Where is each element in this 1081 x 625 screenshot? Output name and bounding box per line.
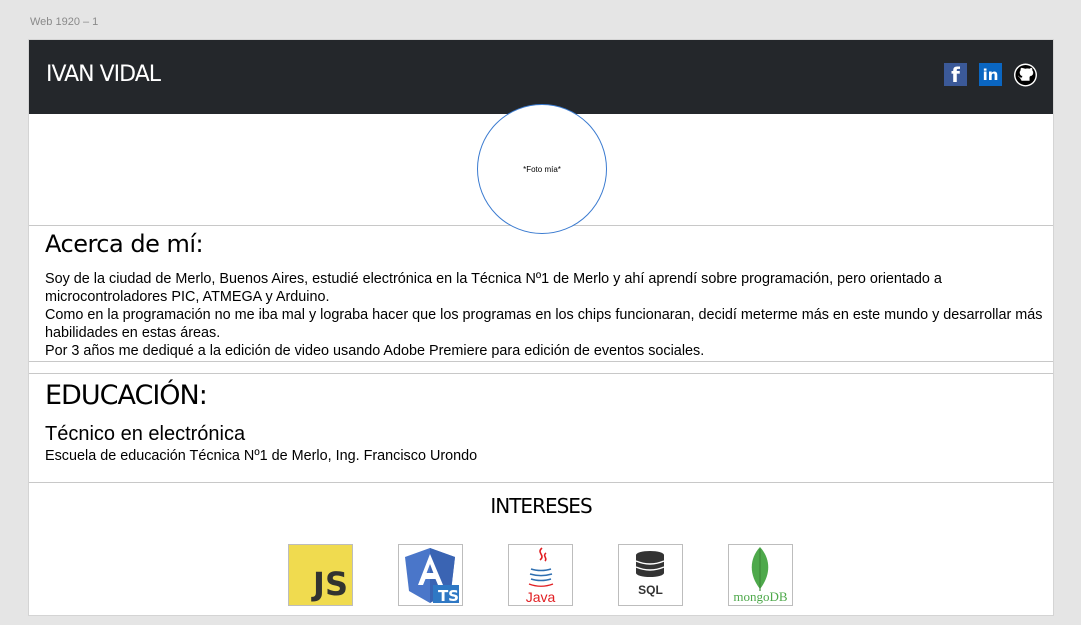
school-name: Escuela de educación Técnica Nº1 de Merl… bbox=[45, 448, 478, 464]
tile-label: mongoDB bbox=[733, 589, 788, 604]
degree-title: Técnico en electrónica bbox=[45, 423, 246, 445]
interests-list: JS TS Java SQL mongoDB bbox=[288, 544, 793, 606]
javascript-icon: JS bbox=[288, 544, 353, 606]
frame-label: Web 1920 – 1 bbox=[30, 16, 99, 28]
github-icon[interactable] bbox=[1014, 63, 1037, 86]
facebook-icon[interactable]: f bbox=[944, 63, 967, 87]
about-heading: Acerca de mí: bbox=[45, 230, 204, 258]
tile-label: TS bbox=[437, 587, 459, 605]
sql-database-icon: SQL bbox=[618, 544, 683, 606]
portfolio-page: IVAN VIDAL f in *Foto mía* Acerca de mí:… bbox=[28, 39, 1054, 616]
about-paragraph: Como en la programación no me iba mal y … bbox=[45, 307, 1043, 341]
java-icon: Java bbox=[508, 544, 573, 606]
photo-section: *Foto mía* bbox=[29, 104, 1053, 234]
about-paragraph: Por 3 años me dediqué a la edición de vi… bbox=[45, 343, 705, 359]
header: IVAN VIDAL f in bbox=[29, 40, 1053, 114]
social-links: f in bbox=[944, 63, 1037, 87]
about-paragraph: Soy de la ciudad de Merlo, Buenos Aires,… bbox=[45, 271, 942, 305]
tile-label: SQL bbox=[638, 583, 663, 597]
education-heading: EDUCACIÓN: bbox=[45, 380, 208, 411]
linkedin-icon[interactable]: in bbox=[979, 63, 1002, 86]
mongodb-icon: mongoDB bbox=[728, 544, 793, 606]
profile-photo-placeholder: *Foto mía* bbox=[477, 104, 607, 234]
site-name: IVAN VIDAL bbox=[46, 62, 161, 87]
about-section: Acerca de mí: Soy de la ciudad de Merlo,… bbox=[29, 226, 1053, 362]
education-section: EDUCACIÓN: Técnico en electrónica Escuel… bbox=[29, 373, 1053, 483]
about-text: Soy de la ciudad de Merlo, Buenos Aires,… bbox=[45, 270, 1045, 360]
tile-label: JS bbox=[313, 565, 348, 603]
interests-heading: INTERESES bbox=[490, 494, 592, 518]
angular-typescript-icon: TS bbox=[398, 544, 463, 606]
tile-label: Java bbox=[525, 589, 556, 605]
